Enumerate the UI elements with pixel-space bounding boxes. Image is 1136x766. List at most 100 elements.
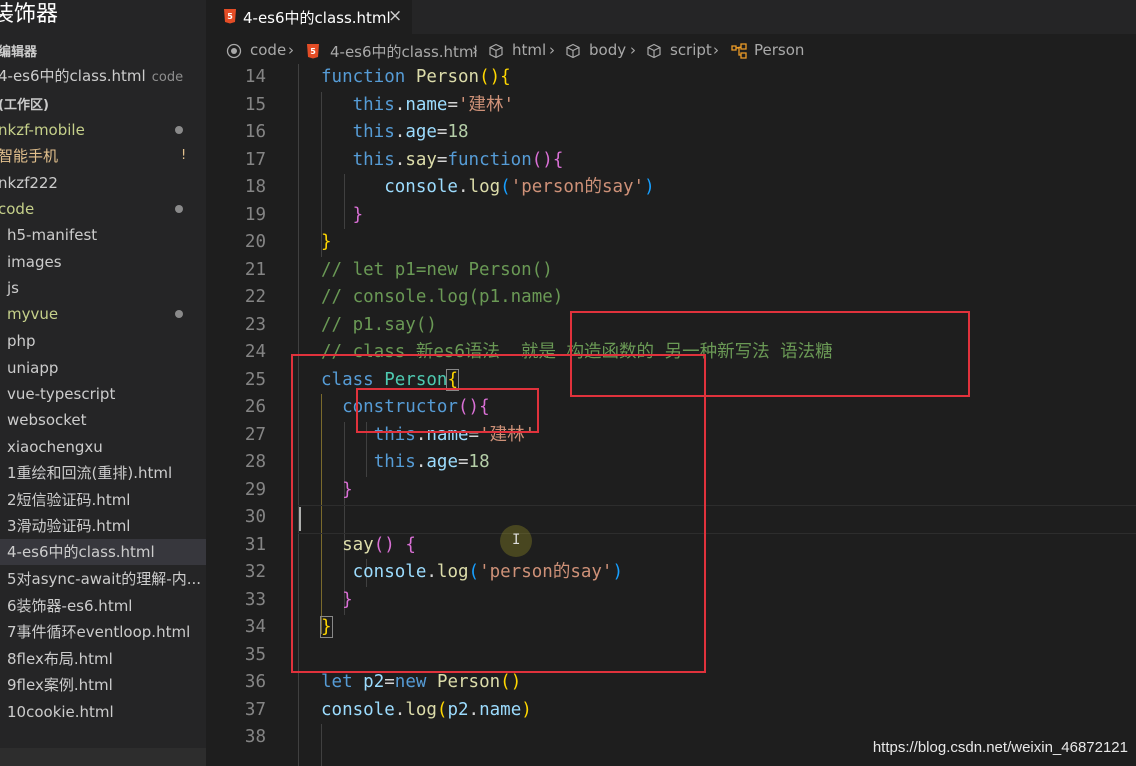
tree-folder-myvue[interactable]: myvue	[0, 301, 206, 327]
tree-folder-vue-typescript[interactable]: vue-typescript	[0, 381, 206, 407]
breadcrumb-html[interactable]: html	[512, 41, 546, 59]
code-line: this.name='建林'	[352, 94, 515, 115]
sidebar-bottom-bar	[0, 748, 206, 766]
line-number: 30	[244, 507, 266, 527]
html5-icon: 5	[224, 9, 236, 24]
breadcrumb-separator: ›	[549, 41, 555, 59]
line-number: 16	[244, 122, 266, 142]
breadcrumb-script[interactable]: script	[670, 41, 712, 59]
tree-folder-smartphone[interactable]: 智能手机!	[0, 143, 206, 169]
svg-text:5: 5	[227, 12, 233, 21]
open-editor-folder: code	[151, 70, 184, 85]
line-number: 23	[244, 314, 266, 335]
line-number: 24	[244, 342, 266, 362]
tab-bar: 5 4-es6中的class.html ×	[206, 0, 1136, 34]
open-editors-header[interactable]: 编辑器	[0, 41, 37, 60]
line-number: 21	[244, 259, 266, 280]
sidebar-title: 装饰器	[0, 2, 59, 27]
line-number: 25	[244, 369, 266, 390]
line-number: 20	[244, 232, 266, 252]
tree-file[interactable]: 2短信验证码.html	[0, 487, 206, 513]
warning-badge: !	[181, 148, 187, 163]
breadcrumb-symbol[interactable]: Person	[754, 41, 804, 59]
line-number: 17	[244, 149, 266, 170]
tree-folder-nkzf-mobile[interactable]: nkzf-mobile	[0, 117, 206, 143]
open-editor-item[interactable]: 4-es6中的class.html code	[0, 63, 206, 89]
line-number: 15	[244, 94, 266, 115]
code-line: console.log(p2.name)	[321, 699, 532, 720]
breadcrumb: code › 5 4-es6中的class.html › html › body…	[206, 34, 1136, 64]
code-editor[interactable]: 14 function Person(){ 15 this.name='建林' 1…	[206, 64, 1136, 766]
html5-icon: 5	[307, 44, 319, 59]
line-number: 19	[244, 204, 266, 225]
tree-file[interactable]: 8flex布局.html	[0, 646, 206, 672]
code-line: function Person(){	[321, 67, 511, 87]
breadcrumb-body[interactable]: body	[589, 41, 626, 59]
modified-dot-icon	[175, 205, 183, 213]
modified-dot-icon	[175, 310, 183, 318]
line-number: 32	[244, 562, 266, 582]
breadcrumb-separator: ›	[713, 41, 719, 59]
code-line: let p2=new Person()	[321, 672, 522, 692]
folder-target-icon	[226, 43, 242, 59]
breadcrumb-file[interactable]: 4-es6中的class.html	[330, 41, 478, 62]
tree-file-active[interactable]: 4-es6中的class.html	[0, 539, 206, 565]
editor-tab-active[interactable]: 5 4-es6中的class.html ×	[206, 0, 412, 34]
tree-file[interactable]: 10cookie.html	[0, 699, 206, 725]
code-line: }	[352, 204, 364, 225]
line-number: 14	[244, 67, 266, 87]
code-line: this.age=18	[352, 122, 469, 142]
line-number: 29	[244, 479, 266, 500]
code-line: // console.log(p1.name)	[321, 287, 564, 307]
workspace-header[interactable]: (工作区)	[0, 94, 49, 113]
code-line: }	[321, 232, 332, 252]
line-number: 35	[244, 644, 266, 665]
line-number: 27	[244, 424, 266, 445]
cube-icon	[489, 43, 503, 59]
breadcrumb-separator: ›	[472, 41, 478, 59]
breadcrumb-code[interactable]: code	[250, 41, 286, 59]
tree-file[interactable]: 9flex案例.html	[0, 672, 206, 698]
line-number: 26	[244, 397, 266, 417]
modified-dot-icon	[175, 126, 183, 134]
tree-folder-websocket[interactable]: websocket	[0, 407, 206, 433]
mouse-cursor-highlight: I	[500, 525, 532, 557]
tree-folder-php[interactable]: php	[0, 328, 206, 354]
breadcrumb-separator: ›	[288, 41, 294, 59]
tree-file[interactable]: 5对async-await的理解-内...	[0, 566, 206, 592]
code-line: console.log('person的say')	[384, 177, 655, 197]
line-number: 38	[244, 727, 266, 747]
line-number: 36	[244, 672, 266, 692]
line-number: 37	[244, 699, 266, 720]
line-number: 22	[244, 287, 266, 307]
watermark: https://blog.csdn.net/weixin_46872121	[872, 739, 1128, 756]
class-symbol-icon	[731, 43, 747, 59]
tree-file[interactable]: 7事件循环eventloop.html	[0, 619, 206, 645]
tree-file[interactable]: 6装饰器-es6.html	[0, 593, 206, 619]
tree-file[interactable]: 1重绘和回流(重排).html	[0, 460, 206, 486]
tree-folder-nkzf222[interactable]: nkzf222	[0, 170, 206, 196]
tree-folder-code[interactable]: code	[0, 196, 206, 222]
tree-folder-xiaochengxu[interactable]: xiaochengxu	[0, 434, 206, 460]
code-line: // p1.say()	[321, 314, 437, 335]
open-editor-filename: 4-es6中的class.html	[0, 67, 146, 85]
line-number: 18	[244, 177, 266, 197]
line-number: 33	[244, 589, 266, 610]
tree-folder-uniapp[interactable]: uniapp	[0, 355, 206, 381]
tab-label: 4-es6中的class.html	[243, 9, 391, 27]
tree-folder-js[interactable]: js	[0, 275, 206, 301]
line-number: 28	[244, 452, 266, 472]
annotation-box-constructor	[356, 388, 539, 433]
cube-icon	[647, 43, 661, 59]
code-line: this.say=function(){	[352, 149, 564, 170]
line-number: 31	[244, 534, 266, 555]
tab-close-icon[interactable]: ×	[388, 6, 402, 26]
explorer-sidebar: 装饰器 编辑器 4-es6中的class.html code (工作区) nkzf…	[0, 0, 206, 766]
tree-file[interactable]: 3滑动验证码.html	[0, 513, 206, 539]
breadcrumb-separator: ›	[630, 41, 636, 59]
tree-folder-h5-manifest[interactable]: h5-manifest	[0, 222, 206, 248]
line-number: 34	[244, 617, 266, 637]
svg-text:5: 5	[310, 47, 316, 56]
tree-folder-images[interactable]: images	[0, 249, 206, 275]
cube-icon	[566, 43, 580, 59]
